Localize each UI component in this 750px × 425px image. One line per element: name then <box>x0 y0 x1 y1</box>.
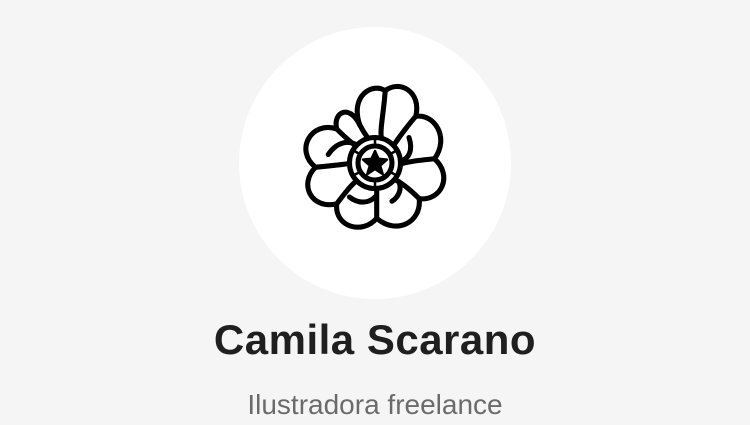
profile-header: Camila Scarano Ilustradora freelance <box>0 0 750 425</box>
profile-role: Ilustradora freelance <box>247 389 503 420</box>
flower-icon <box>303 84 447 230</box>
profile-name: Camila Scarano <box>213 316 537 363</box>
avatar[interactable] <box>239 27 511 299</box>
